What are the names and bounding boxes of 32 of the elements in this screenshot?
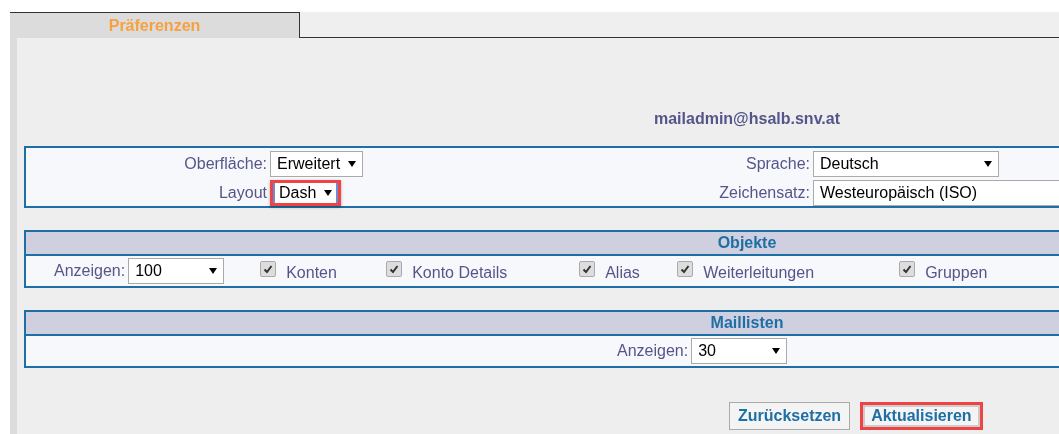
caret-icon [772, 347, 781, 355]
checkbox[interactable] [677, 261, 694, 277]
caret-icon [348, 159, 357, 168]
field-label: Sprache: [744, 154, 811, 173]
field-label: Zeichensatz: [718, 183, 811, 202]
caret-icon [324, 188, 333, 197]
checkbox-label: Alias [605, 264, 640, 282]
checkbox-label: Weiterleitungen [703, 264, 815, 282]
caret-icon [984, 159, 992, 168]
field-label: Anzeigen: [617, 342, 689, 360]
caret-icon [209, 267, 218, 275]
checkbox[interactable] [386, 261, 403, 277]
checkbox-label: Gruppen [925, 264, 988, 282]
account-email: mailadmin@hsalb.snv.at [653, 110, 841, 129]
field-label: Layout [217, 183, 268, 202]
select-field[interactable]: Westeuropäisch (ISO) [813, 179, 1059, 206]
select-field[interactable]: 100 [128, 258, 225, 284]
select-field[interactable]: Deutsch [813, 150, 999, 177]
section-header: Objekte [26, 232, 1059, 256]
checkbox[interactable] [899, 261, 916, 277]
section-header: Maillisten [26, 312, 1059, 336]
checkbox-label: Konten [286, 264, 337, 282]
checkbox[interactable] [579, 261, 596, 277]
select-field[interactable]: 30 [691, 338, 788, 364]
select-field[interactable]: Erweitert [270, 150, 364, 177]
form-button[interactable]: Aktualisieren [860, 402, 983, 430]
select-field[interactable]: Dash [270, 179, 342, 206]
checkbox[interactable] [260, 261, 277, 277]
field-label: Anzeigen: [54, 262, 126, 280]
field-label: Oberfläche: [183, 154, 268, 173]
checkbox-label: Konto Details [412, 264, 508, 282]
form-button[interactable]: Zurücksetzen [729, 402, 851, 430]
